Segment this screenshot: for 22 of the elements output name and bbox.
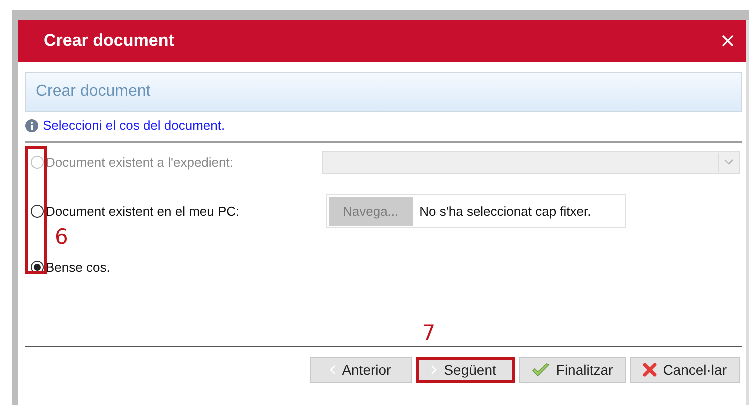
cross-icon xyxy=(643,363,658,377)
option-label: Document existent en el meu PC: xyxy=(46,204,240,218)
radio-button[interactable] xyxy=(31,204,44,218)
option-label: Bense cos. xyxy=(46,260,110,275)
close-icon xyxy=(722,35,734,47)
prev-button[interactable]: Anterior xyxy=(310,357,412,383)
panel-heading: Crear document xyxy=(25,72,742,112)
chevron-left-icon xyxy=(329,365,336,375)
file-input[interactable]: Navega... No s'ha seleccionat cap fitxer. xyxy=(326,194,626,228)
option-label: Document existent a l'expedient: xyxy=(46,154,234,170)
checkmark-icon xyxy=(532,363,550,377)
close-button[interactable] xyxy=(720,33,736,49)
finish-button[interactable]: Finalitzar xyxy=(519,357,626,383)
info-icon xyxy=(25,118,39,132)
window-title: Crear document xyxy=(44,31,174,51)
file-status-text: No s'ha seleccionat cap fitxer. xyxy=(420,204,592,218)
next-button[interactable]: Següent xyxy=(416,357,516,383)
chevron-right-icon xyxy=(431,365,438,375)
annotation-number: 7 xyxy=(422,321,436,345)
annotation-number: 6 xyxy=(55,225,68,249)
info-text: Seleccioni el cos del document. xyxy=(43,118,226,133)
cancel-button[interactable]: Cancel·lar xyxy=(630,357,740,383)
